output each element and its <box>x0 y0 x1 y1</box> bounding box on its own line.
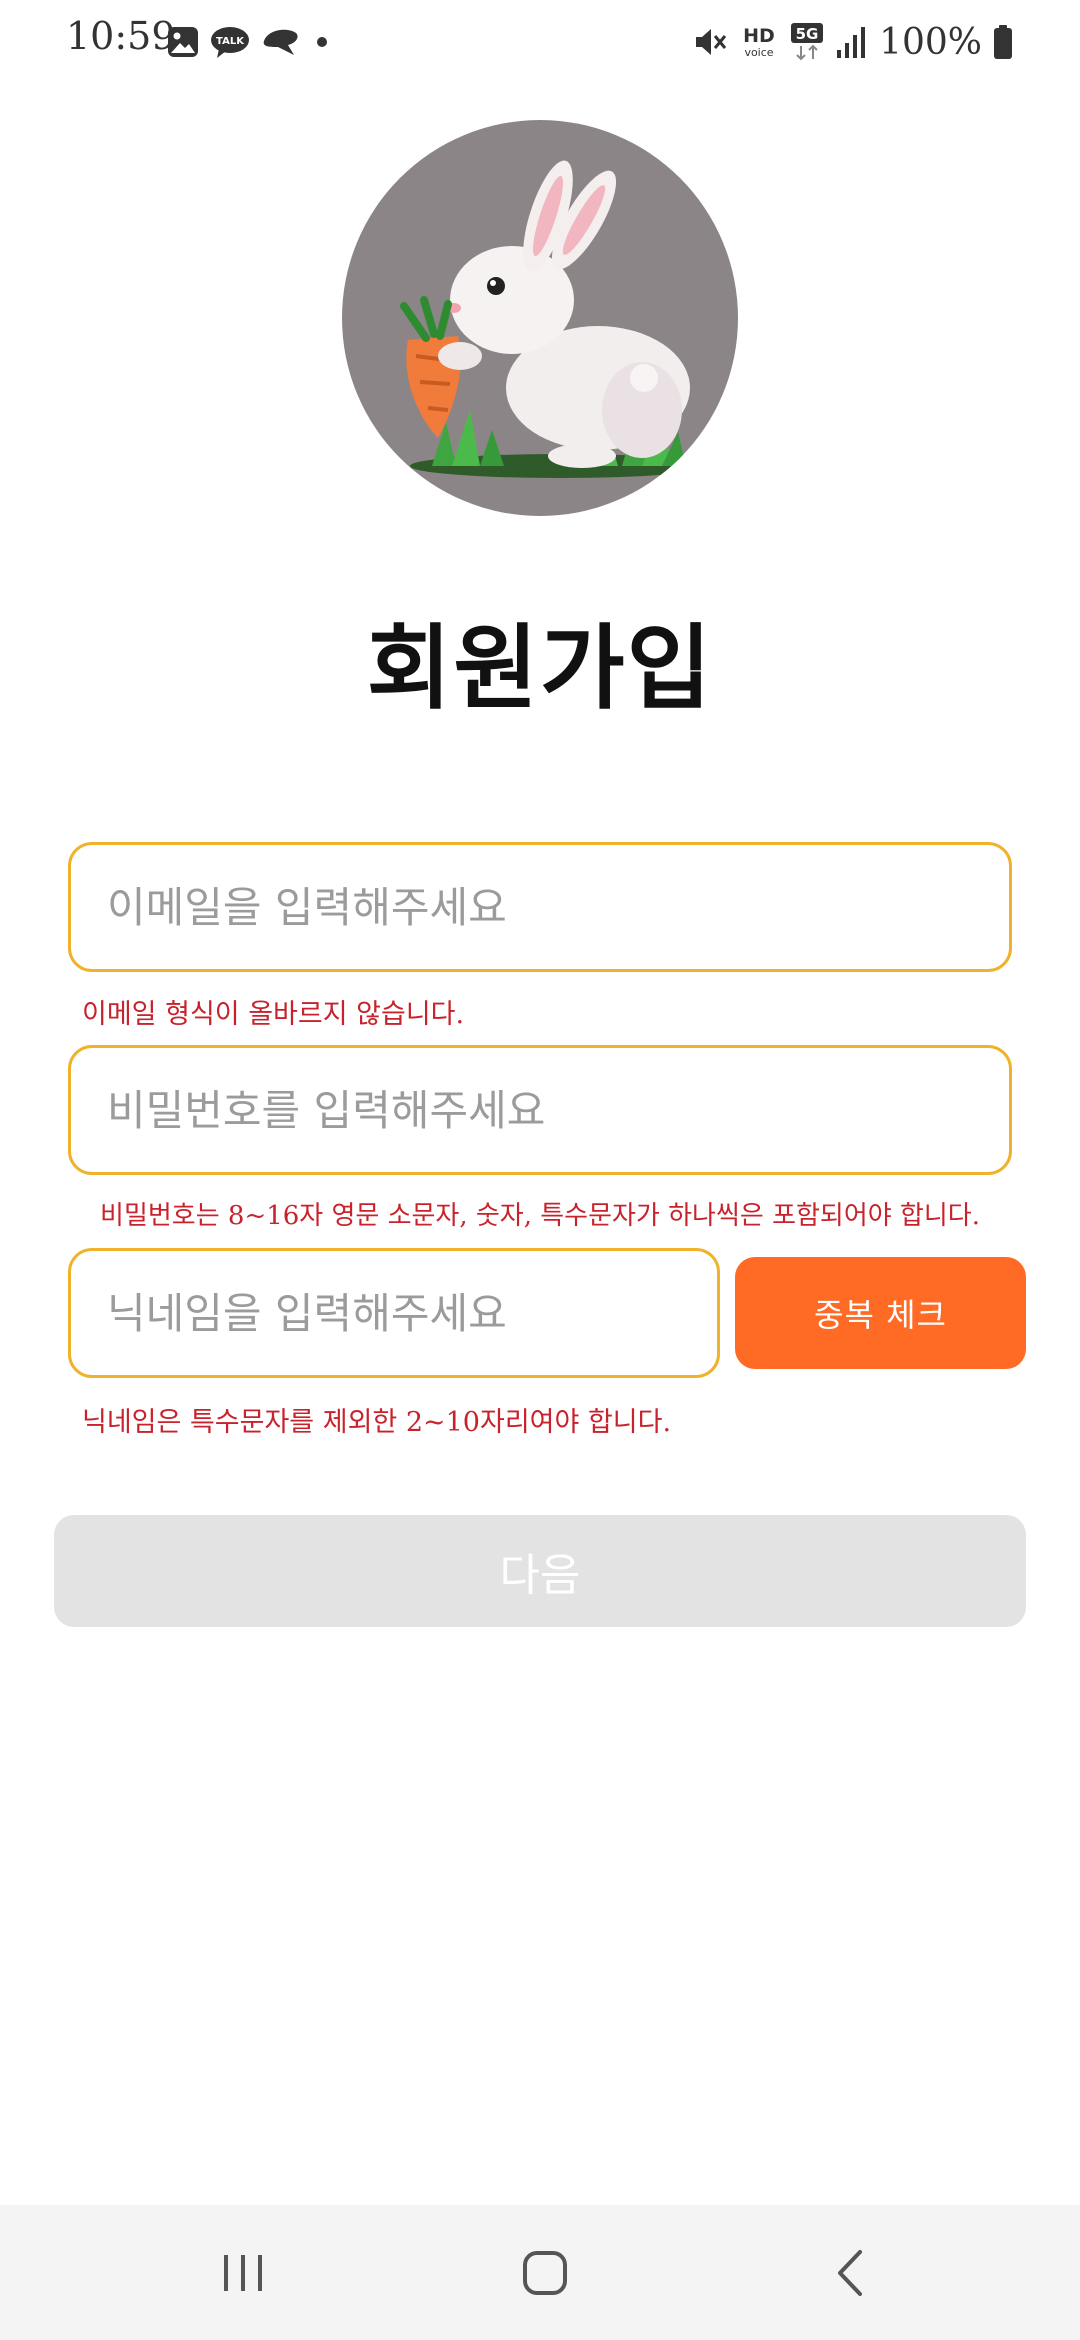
battery-percent: 100% <box>879 21 982 63</box>
page-title: 회원가입 <box>366 614 714 722</box>
mute-icon <box>696 29 727 55</box>
nickname-input[interactable] <box>105 1287 717 1339</box>
kakaotalk-icon: TALK <box>211 27 249 58</box>
hd-label: HD <box>743 25 775 47</box>
home-button[interactable] <box>465 2205 625 2340</box>
back-icon <box>838 2249 862 2296</box>
5g-label: 5G <box>796 25 819 43</box>
password-field[interactable] <box>68 1045 1012 1175</box>
signal-icon <box>837 27 866 58</box>
kakaotalk-label: TALK <box>216 36 245 47</box>
system-status-icons: HD voice 5G 100% <box>693 18 1014 66</box>
gallery-icon <box>168 27 198 57</box>
home-icon <box>523 2250 567 2295</box>
status-time: 10:59 <box>66 14 176 58</box>
5g-icon: 5G <box>791 23 824 61</box>
status-bar: 10:59 TALK HD voice 5G 100% <box>0 0 1080 84</box>
battery-icon <box>994 25 1012 59</box>
nickname-error-message: 닉네임은 특수문자를 제외한 2~10자리여야 합니다. <box>82 1407 672 1438</box>
email-input[interactable] <box>105 881 1009 933</box>
recents-icon <box>224 2254 262 2291</box>
notification-icons: TALK <box>166 20 332 64</box>
next-button[interactable]: 다음 <box>54 1515 1026 1627</box>
back-button[interactable] <box>770 2205 930 2340</box>
rabbit-icon <box>447 160 690 468</box>
nickname-field[interactable] <box>68 1248 720 1378</box>
password-error-message: 비밀번호는 8~16자 영문 소문자, 숫자, 특수문자가 하나씩은 포함되어야… <box>100 1201 980 1231</box>
navigation-bar <box>0 2205 1080 2340</box>
duplicate-check-button[interactable]: 중복 체크 <box>735 1257 1026 1369</box>
avatar <box>342 120 738 516</box>
voice-label: voice <box>745 46 774 59</box>
password-input[interactable] <box>105 1084 1009 1136</box>
hd-voice-icon: HD voice <box>743 25 775 59</box>
email-error-message: 이메일 형식이 올바르지 않습니다. <box>82 999 465 1030</box>
email-field[interactable] <box>68 842 1012 972</box>
signup-screen: 10:59 TALK HD voice 5G 100% 회원가입 이메일을 입력… <box>0 0 1080 2340</box>
line-icon <box>263 29 298 55</box>
notification-dot-icon <box>317 37 327 47</box>
recents-button[interactable] <box>163 2205 323 2340</box>
rabbit-with-carrot-avatar <box>400 160 710 478</box>
